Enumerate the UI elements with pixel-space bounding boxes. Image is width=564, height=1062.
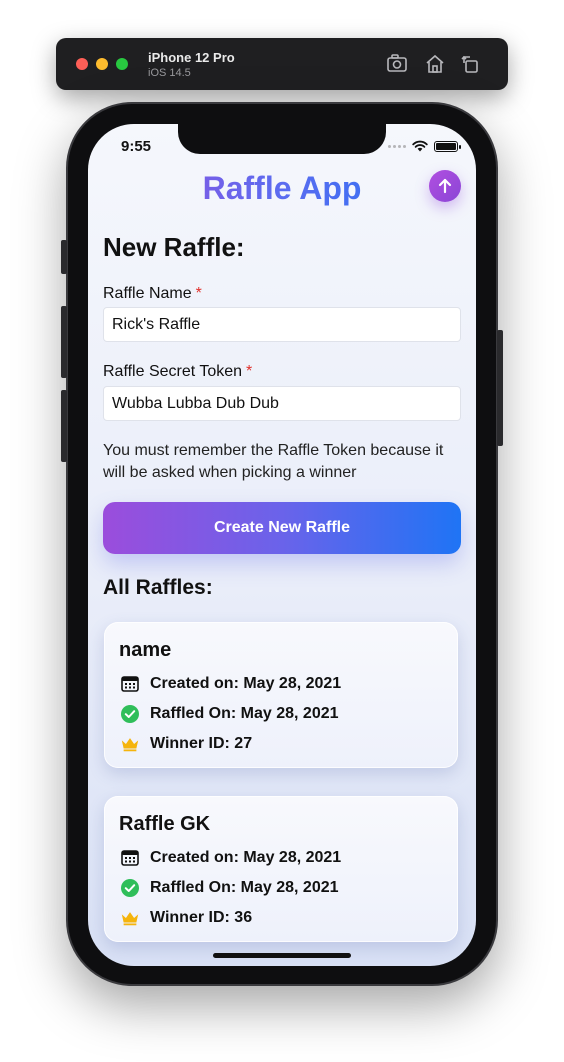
raffle-raffled-text: Raffled On: May 28, 2021 [150, 879, 339, 896]
calendar-icon [119, 674, 141, 694]
volume-up-button [61, 306, 67, 378]
raffle-winner-text: Winner ID: 36 [150, 909, 253, 926]
crown-icon [119, 734, 141, 754]
required-mark: * [246, 363, 253, 380]
os-version: iOS 14.5 [148, 67, 191, 79]
raffle-winner-text: Winner ID: 27 [150, 735, 253, 752]
required-mark: * [195, 285, 202, 302]
raffle-card[interactable]: Raffle GK Created on: May 28, 2021 Raffl… [104, 796, 458, 942]
raffle-card-title: name [119, 639, 172, 661]
rotate-icon[interactable] [458, 51, 484, 77]
raffle-created-text: Created on: May 28, 2021 [150, 849, 342, 866]
arrow-up-icon [438, 178, 452, 194]
raffle-token-label: Raffle Secret Token * [103, 363, 252, 381]
check-circle-icon [119, 704, 141, 724]
mute-switch [61, 240, 67, 274]
calendar-icon [119, 848, 141, 868]
raffle-raffled-text: Raffled On: May 28, 2021 [150, 705, 339, 722]
raffle-winner-row: Winner ID: 27 [119, 734, 252, 754]
minimize-window-button[interactable] [96, 58, 108, 70]
notch [178, 124, 386, 154]
close-window-button[interactable] [76, 58, 88, 70]
raffle-winner-row: Winner ID: 36 [119, 908, 252, 928]
raffle-card[interactable]: name Created on: May 28, 2021 Raffled On… [104, 622, 458, 768]
app-title: Raffle App [88, 170, 476, 207]
raffle-name-input[interactable]: Rick's Raffle [103, 307, 461, 342]
raffle-name-label: Raffle Name * [103, 285, 202, 303]
raffle-created-text: Created on: May 28, 2021 [150, 675, 342, 692]
raffle-token-input[interactable]: Wubba Lubba Dub Dub [103, 386, 461, 421]
upload-button[interactable] [429, 170, 461, 202]
create-raffle-button[interactable]: Create New Raffle [103, 502, 461, 554]
crown-icon [119, 908, 141, 928]
status-indicators [388, 139, 461, 153]
power-button [497, 330, 503, 446]
token-hint: You must remember the Raffle Token becau… [103, 442, 444, 481]
raffle-created-row: Created on: May 28, 2021 [119, 674, 341, 694]
device-name: iPhone 12 Pro [148, 50, 235, 65]
home-indicator[interactable] [213, 953, 351, 958]
raffle-raffled-row: Raffled On: May 28, 2021 [119, 878, 339, 898]
battery-icon [434, 140, 461, 152]
app-screen: 9:55 Raffle App New Raffle: Raffle Name *… [88, 124, 476, 966]
raffle-token-label-text: Raffle Secret Token [103, 363, 243, 380]
wifi-icon [412, 140, 428, 152]
volume-down-button [61, 390, 67, 462]
screenshot-icon[interactable] [384, 51, 410, 77]
all-raffles-heading: All Raffles: [103, 576, 213, 599]
status-time: 9:55 [121, 138, 152, 155]
raffle-name-label-text: Raffle Name [103, 285, 192, 302]
home-icon[interactable] [422, 51, 448, 77]
raffle-card-title: Raffle GK [119, 813, 211, 835]
signal-icon [388, 144, 406, 148]
zoom-window-button[interactable] [116, 58, 128, 70]
raffle-created-row: Created on: May 28, 2021 [119, 848, 341, 868]
simulator-title-bar: iPhone 12 Pro iOS 14.5 [56, 38, 508, 90]
check-circle-icon [119, 878, 141, 898]
raffle-raffled-row: Raffled On: May 28, 2021 [119, 704, 339, 724]
new-raffle-heading: New Raffle: [103, 232, 245, 262]
